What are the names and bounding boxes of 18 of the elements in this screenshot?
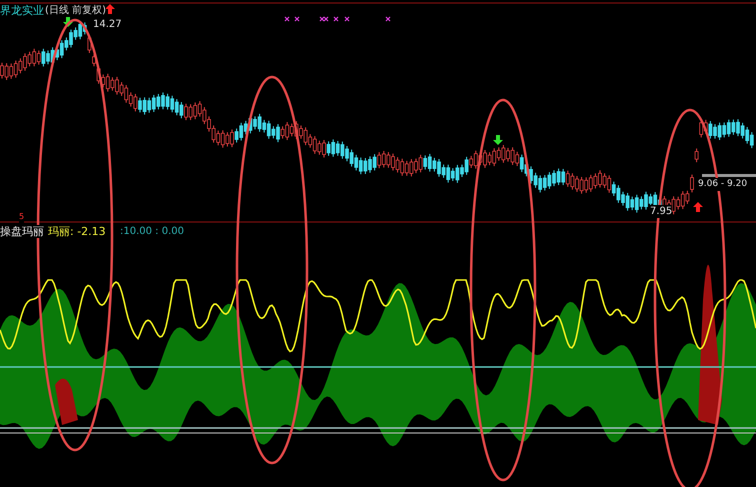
stock-name: 界龙实业 [0,4,44,17]
up-arrow-icon [105,4,115,14]
price-range-box [702,174,756,177]
price-label: 7.95 [650,205,672,218]
indicator-name: 操盘玛丽 [0,225,44,238]
marker-label: 5 [19,210,24,223]
chart-period-label: (日线 前复权) [45,4,106,17]
cross-mark-icon [333,16,339,22]
indicator-value: 玛丽: -2.13 [48,225,106,238]
spike-area [55,378,78,425]
up-arrow-icon [693,202,703,212]
cross-mark-icon [385,16,391,22]
down-arrow-icon [493,135,503,145]
cross-mark-icon [284,16,290,22]
cross-mark-icon [344,16,350,22]
down-arrow-icon [63,17,73,27]
cross-mark-icon [294,16,300,22]
price-range-label: 9.06 - 9.20 [698,178,748,191]
